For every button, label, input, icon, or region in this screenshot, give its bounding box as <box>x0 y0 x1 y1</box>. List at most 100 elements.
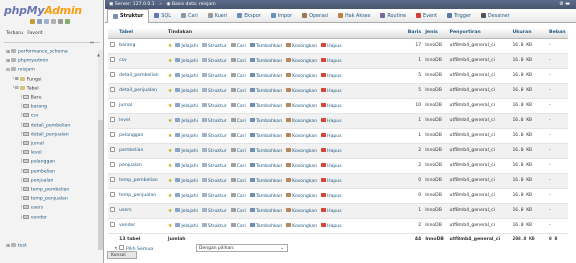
empty-action[interactable]: Kosongkan <box>286 88 317 94</box>
insert-action[interactable]: Tambahkan <box>249 163 282 169</box>
nav-tree-item[interactable]: └⊞ Fungsi <box>12 76 42 82</box>
insert-action[interactable]: Tambahkan <box>249 58 282 64</box>
drop-action[interactable]: Hapus <box>321 103 342 109</box>
table-name-link[interactable]: barang <box>119 43 135 48</box>
insert-action[interactable]: Tambahkan <box>249 118 282 124</box>
row-checkbox[interactable] <box>110 207 115 212</box>
tab-sql[interactable]: SQL <box>149 9 176 23</box>
empty-action[interactable]: Kosongkan <box>286 133 317 139</box>
browse-action[interactable]: Jelajahi <box>175 88 198 94</box>
insert-action[interactable]: Tambahkan <box>249 73 282 79</box>
structure-action[interactable]: Struktur <box>201 58 227 64</box>
browse-action[interactable]: Jelajahi <box>175 103 198 109</box>
nav-tree-item[interactable]: ⊞ test <box>6 243 27 249</box>
col-header-rows[interactable]: Baris <box>405 28 424 39</box>
table-name-link[interactable]: penjualan <box>119 163 142 168</box>
tab-kueri[interactable]: Kueri <box>203 9 232 23</box>
help-icon[interactable] <box>51 19 56 24</box>
nav-tree-item[interactable]: ├ penjualan <box>20 177 53 183</box>
nav-tree-item[interactable]: ├ barang <box>20 104 47 110</box>
drop-action[interactable]: Hapus <box>321 133 342 139</box>
empty-action[interactable]: Kosongkan <box>286 193 317 199</box>
with-selected-dropdown[interactable]: Dengan pilihan: ⌄ <box>196 244 288 252</box>
table-name-link[interactable]: pembelian <box>119 148 143 153</box>
docs-icon[interactable] <box>44 19 49 24</box>
tab-struktur[interactable]: Struktur <box>107 8 150 23</box>
col-header-engine[interactable]: Jenis <box>423 28 448 39</box>
structure-action[interactable]: Struktur <box>201 163 227 169</box>
table-name-link[interactable]: detail_pembelian <box>119 73 158 78</box>
tab-operasi[interactable]: Operasi <box>297 9 333 23</box>
tab-favorites[interactable]: Favorit <box>27 31 42 36</box>
favorite-star-icon[interactable]: ★ <box>168 163 172 169</box>
drop-action[interactable]: Hapus <box>321 193 342 199</box>
empty-action[interactable]: Kosongkan <box>286 73 317 79</box>
nav-tree-label[interactable]: temp_penjualan <box>31 197 68 202</box>
nav-tree-label[interactable]: Tabel <box>27 86 39 91</box>
browse-action[interactable]: Jelajahi <box>175 208 198 214</box>
search-action[interactable]: Cari <box>230 148 246 154</box>
insert-action[interactable]: Tambahkan <box>249 133 282 139</box>
table-name-link[interactable]: vendor <box>119 223 135 228</box>
row-checkbox[interactable] <box>110 132 115 137</box>
nav-tree-label[interactable]: detail_penjualan <box>31 132 69 137</box>
browse-action[interactable]: Jelajahi <box>175 58 198 64</box>
insert-action[interactable]: Tambahkan <box>249 193 282 199</box>
structure-action[interactable]: Struktur <box>201 208 227 214</box>
insert-action[interactable]: Tambahkan <box>249 223 282 229</box>
structure-action[interactable]: Struktur <box>201 73 227 79</box>
logout-icon[interactable] <box>37 19 42 24</box>
nav-tree-item[interactable]: ├ pelanggan <box>20 159 55 165</box>
breadcrumb-server[interactable]: Server: 127.0.0.1 <box>115 2 155 7</box>
search-action[interactable]: Cari <box>230 118 246 124</box>
empty-action[interactable]: Kosongkan <box>286 58 317 64</box>
favorite-star-icon[interactable]: ★ <box>168 73 172 79</box>
search-action[interactable]: Cari <box>230 223 246 229</box>
row-checkbox[interactable] <box>110 177 115 182</box>
link-icon[interactable]: ⇔ <box>90 40 94 46</box>
row-checkbox[interactable] <box>110 117 115 122</box>
search-action[interactable]: Cari <box>230 178 246 184</box>
row-checkbox[interactable] <box>110 162 115 167</box>
browse-action[interactable]: Jelajahi <box>175 178 198 184</box>
drop-action[interactable]: Hapus <box>321 178 342 184</box>
nav-tree-item[interactable]: ├ temp_pembelian <box>20 187 69 193</box>
nav-tree-item[interactable]: ⊞ performance_schema <box>6 49 68 55</box>
nav-tree-label[interactable]: reisjam <box>18 68 35 73</box>
nav-tree-item[interactable]: ⊞ phpmyadmin <box>6 58 48 64</box>
nav-tree-label[interactable]: csv <box>31 114 39 119</box>
tab-desainer[interactable]: Desainer <box>476 9 515 23</box>
browse-action[interactable]: Jelajahi <box>175 73 198 79</box>
insert-action[interactable]: Tambahkan <box>249 103 282 109</box>
table-name-link[interactable]: pelanggan <box>119 133 143 138</box>
table-name-link[interactable]: jurnal <box>119 103 132 108</box>
drop-action[interactable]: Hapus <box>321 73 342 79</box>
nav-tree-item[interactable]: ├ csv <box>20 113 38 119</box>
nav-tree-label[interactable]: detail_pembelian <box>31 123 70 128</box>
search-action[interactable]: Cari <box>230 193 246 199</box>
favorite-star-icon[interactable]: ★ <box>168 148 172 154</box>
empty-action[interactable]: Kosongkan <box>286 148 317 154</box>
col-header-overhead[interactable]: Beban <box>547 28 568 39</box>
browse-action[interactable]: Jelajahi <box>175 148 198 154</box>
nav-tree-label[interactable]: Fungsi <box>27 77 42 82</box>
row-checkbox[interactable] <box>110 222 115 227</box>
browse-action[interactable]: Jelajahi <box>175 223 198 229</box>
browse-action[interactable]: Jelajahi <box>175 193 198 199</box>
structure-action[interactable]: Struktur <box>201 223 227 229</box>
nav-tree-label[interactable]: barang <box>31 105 47 110</box>
structure-action[interactable]: Struktur <box>201 43 227 49</box>
col-header-size[interactable]: Ukuran <box>510 28 548 39</box>
favorite-star-icon[interactable]: ★ <box>168 208 172 214</box>
browse-action[interactable]: Jelajahi <box>175 133 198 139</box>
settings-icon[interactable] <box>58 19 63 24</box>
row-checkbox[interactable] <box>110 192 115 197</box>
search-action[interactable]: Cari <box>230 88 246 94</box>
tab-event[interactable]: Event <box>411 9 442 23</box>
tab-trigger[interactable]: Trigger <box>442 9 476 23</box>
check-all-checkbox[interactable] <box>119 245 125 250</box>
favorite-star-icon[interactable]: ★ <box>168 193 172 199</box>
nav-tree-item[interactable]: ├ pembelian <box>20 168 55 174</box>
drop-action[interactable]: Hapus <box>321 223 342 229</box>
drop-action[interactable]: Hapus <box>321 208 342 214</box>
